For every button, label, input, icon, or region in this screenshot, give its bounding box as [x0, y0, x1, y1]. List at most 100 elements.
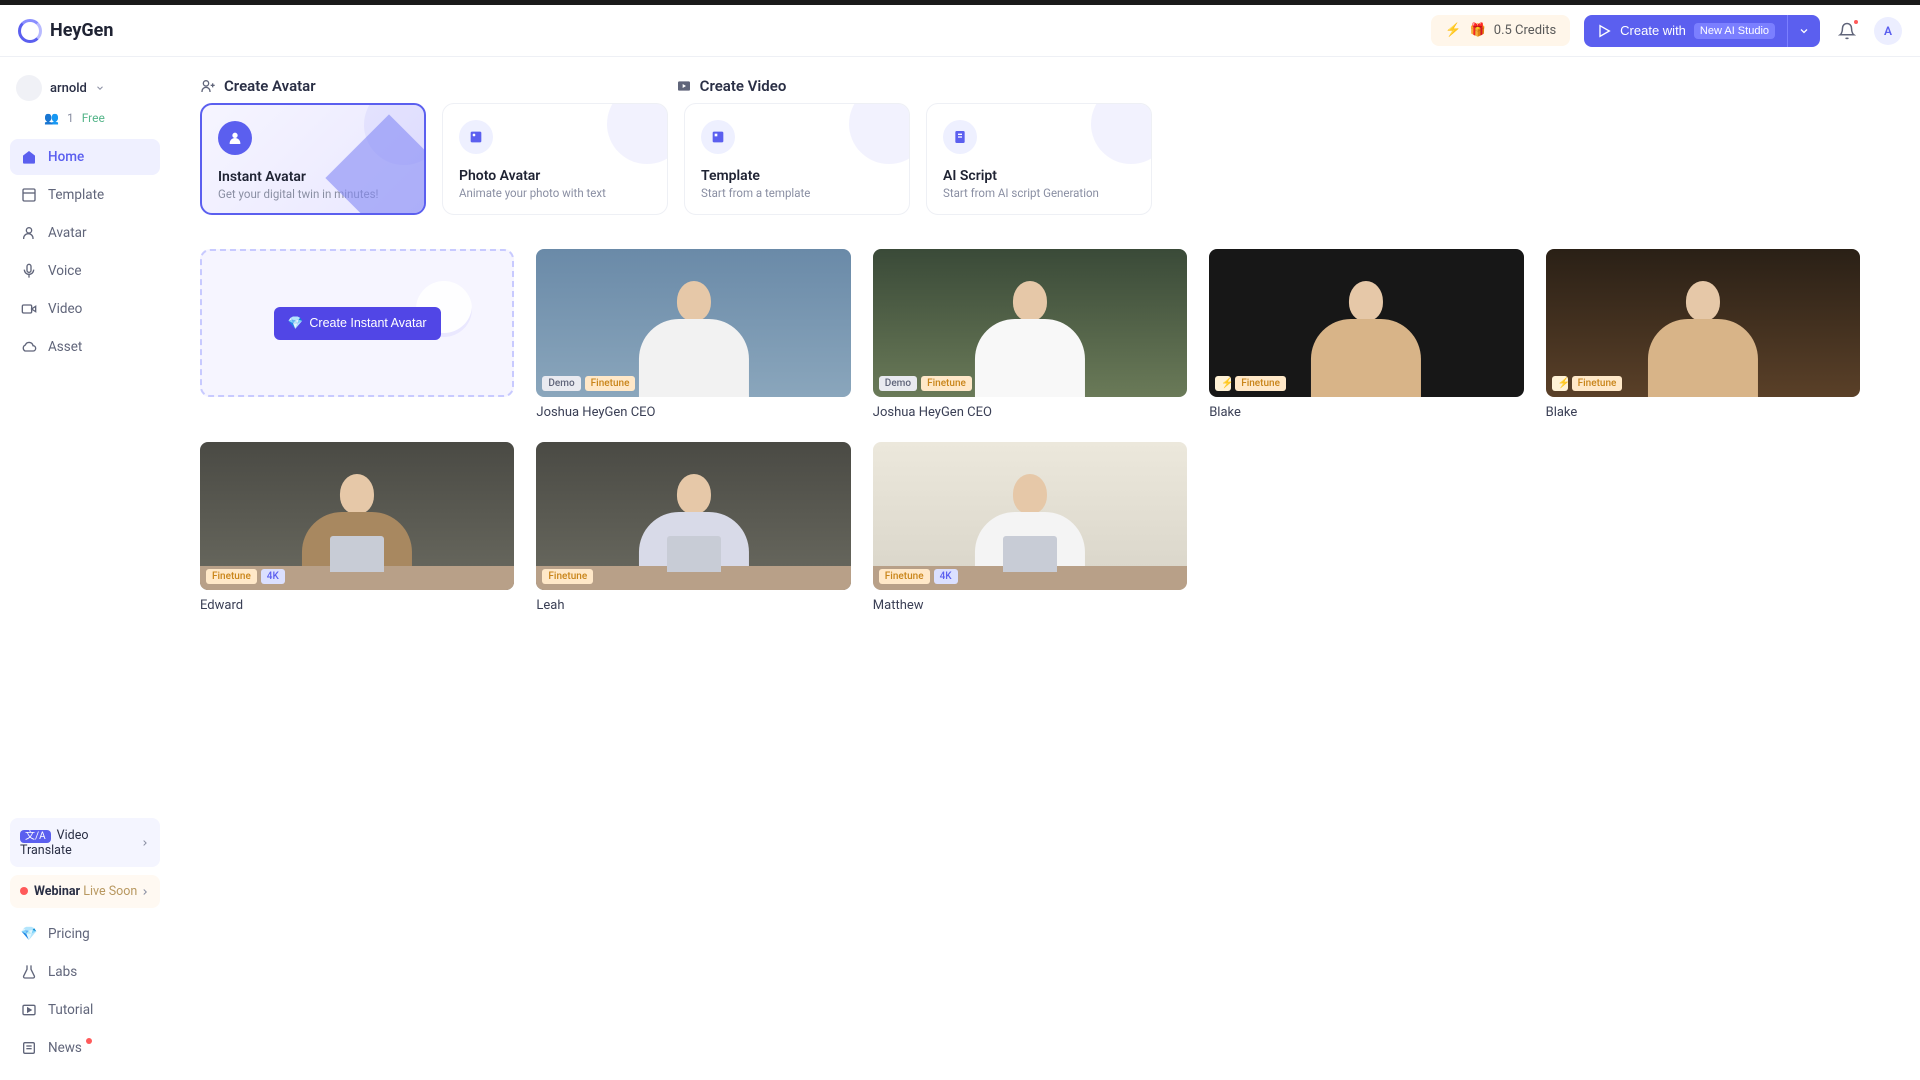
video-icon [20, 300, 38, 318]
webinar-card[interactable]: Webinar Live Soon [10, 875, 160, 908]
workspace-meta: 👥 1 Free [10, 111, 160, 125]
credits-pill[interactable]: ⚡ 🎁 0.5 Credits [1431, 15, 1570, 46]
webinar-live-text: Live Soon [83, 884, 137, 899]
photo-icon [459, 120, 493, 154]
sidebar: arnold 👥 1 Free Home Template Avatar [0, 57, 170, 1080]
avatar-tile[interactable]: Finetune 4K Edward [200, 442, 514, 613]
demo-badge: Demo [542, 376, 580, 391]
fourk-badge: 4K [261, 569, 285, 584]
card-ai-script[interactable]: AI Script Start from AI script Generatio… [926, 103, 1152, 215]
nav-asset[interactable]: Asset [10, 329, 160, 365]
nav-label: Voice [48, 263, 82, 279]
card-title: AI Script [943, 168, 1135, 184]
video-translate-card[interactable]: 文/AVideo Translate [10, 818, 160, 867]
badges: Finetune [542, 569, 593, 584]
diamond-icon: 💎 [288, 316, 304, 331]
finetune-badge: Finetune [921, 376, 972, 391]
avatar-name: Edward [200, 598, 514, 613]
create-tile-label: Create Instant Avatar [309, 316, 426, 330]
avatar-tile[interactable]: Finetune4KMatthew [873, 442, 1187, 613]
notifications-button[interactable] [1834, 18, 1860, 44]
nav-label: Labs [48, 964, 77, 980]
avatar-thumbnail: ⚡ Finetune [1546, 249, 1860, 397]
card-subtitle: Start from a template [701, 186, 893, 200]
create-with-label: Create with [1620, 23, 1686, 38]
nav-label: Home [48, 149, 84, 165]
finetune-badge: Finetune [1572, 376, 1623, 391]
card-title: Template [701, 168, 893, 184]
translate-pill-icon: 文/A [20, 830, 51, 843]
nav-label: Video [48, 301, 82, 317]
nav-labs[interactable]: Labs [10, 954, 160, 990]
nav-pricing[interactable]: 💎 Pricing [10, 916, 160, 952]
card-photo-avatar[interactable]: Photo Avatar Animate your photo with tex… [442, 103, 668, 215]
create-instant-avatar-tile[interactable]: 💎 Create Instant Avatar [200, 249, 514, 397]
app-header: HeyGen ⚡ 🎁 0.5 Credits Create with New A… [0, 5, 1920, 57]
members-icon: 👥 [44, 111, 59, 125]
avatar-thumbnail: Demo Finetune [536, 249, 850, 397]
credits-text: 0.5 Credits [1494, 23, 1556, 38]
cloud-icon [20, 338, 38, 356]
nav-label: Pricing [48, 926, 90, 942]
create-with-tag: New AI Studio [1694, 23, 1775, 39]
nav-tutorial[interactable]: Tutorial [10, 992, 160, 1028]
nav-label: News [48, 1040, 82, 1056]
notification-dot [1852, 18, 1860, 26]
create-with-dropdown[interactable] [1787, 15, 1820, 47]
avatar-name: Joshua HeyGen CEO [536, 405, 850, 420]
card-subtitle: Start from AI script Generation [943, 186, 1135, 200]
avatar-tile[interactable]: Demo Finetune Joshua HeyGen CEO [873, 249, 1187, 420]
workspace-switcher[interactable]: arnold [10, 71, 160, 105]
create-with-group: Create with New AI Studio [1584, 15, 1820, 47]
lightning-badge: ⚡ [1215, 376, 1231, 391]
finetune-badge: Finetune [542, 569, 593, 584]
avatar-name: Leah [536, 598, 850, 613]
create-with-button[interactable]: Create with New AI Studio [1584, 15, 1787, 47]
sidebar-bottom-nav: 💎 Pricing Labs Tutorial News [10, 916, 160, 1066]
avatar-tile[interactable]: ⚡ Finetune Blake [1546, 249, 1860, 420]
tutorial-icon [20, 1001, 38, 1019]
script-icon [943, 120, 977, 154]
nav-video[interactable]: Video [10, 291, 160, 327]
finetune-badge: Finetune [206, 569, 257, 584]
avatar-tile[interactable]: ⚡ Finetune Blake [1209, 249, 1523, 420]
avatar-tile[interactable]: Finetune Leah [536, 442, 850, 613]
main-nav: Home Template Avatar Voice Video Asset [10, 139, 160, 365]
nav-home[interactable]: Home [10, 139, 160, 175]
user-avatar[interactable]: A [1874, 17, 1902, 45]
labs-icon [20, 963, 38, 981]
user-icon [218, 121, 252, 155]
nav-avatar[interactable]: Avatar [10, 215, 160, 251]
template-icon [701, 120, 735, 154]
fourk-badge: 4K [934, 569, 958, 584]
nav-news[interactable]: News [10, 1030, 160, 1066]
avatar-tile[interactable]: Demo Finetune Joshua HeyGen CEO [536, 249, 850, 420]
chevron-down-icon [95, 83, 105, 93]
avatar-name: Joshua HeyGen CEO [873, 405, 1187, 420]
card-title: Photo Avatar [459, 168, 651, 184]
avatar-name: Blake [1209, 405, 1523, 420]
play-icon [1596, 23, 1612, 39]
chevron-down-icon [1798, 25, 1810, 37]
badges: Demo Finetune [879, 376, 972, 391]
lightning-badge: ⚡ [1552, 376, 1568, 391]
create-instant-avatar-button[interactable]: 💎 Create Instant Avatar [274, 307, 441, 340]
gift-icon: 🎁 [1470, 23, 1486, 38]
nav-voice[interactable]: Voice [10, 253, 160, 289]
avatar-icon [20, 224, 38, 242]
card-template[interactable]: Template Start from a template [684, 103, 910, 215]
card-instant-avatar[interactable]: Instant Avatar Get your digital twin in … [200, 103, 426, 215]
avatars-grid: 💎 Create Instant Avatar Demo Finetune Josh… [200, 249, 1860, 613]
chevron-right-icon [140, 838, 150, 848]
nav-label: Avatar [48, 225, 87, 241]
finetune-badge: Finetune [585, 376, 636, 391]
section-title: Create Video [700, 77, 787, 95]
avatar-thumbnail: Demo Finetune [873, 249, 1187, 397]
demo-badge: Demo [879, 376, 917, 391]
badges: Finetune 4K [206, 569, 285, 584]
avatar-name: Blake [1546, 405, 1860, 420]
nav-template[interactable]: Template [10, 177, 160, 213]
brand-logo[interactable]: HeyGen [18, 19, 113, 43]
finetune-badge: Finetune [1235, 376, 1286, 391]
avatar-name: Matthew [873, 598, 1187, 613]
